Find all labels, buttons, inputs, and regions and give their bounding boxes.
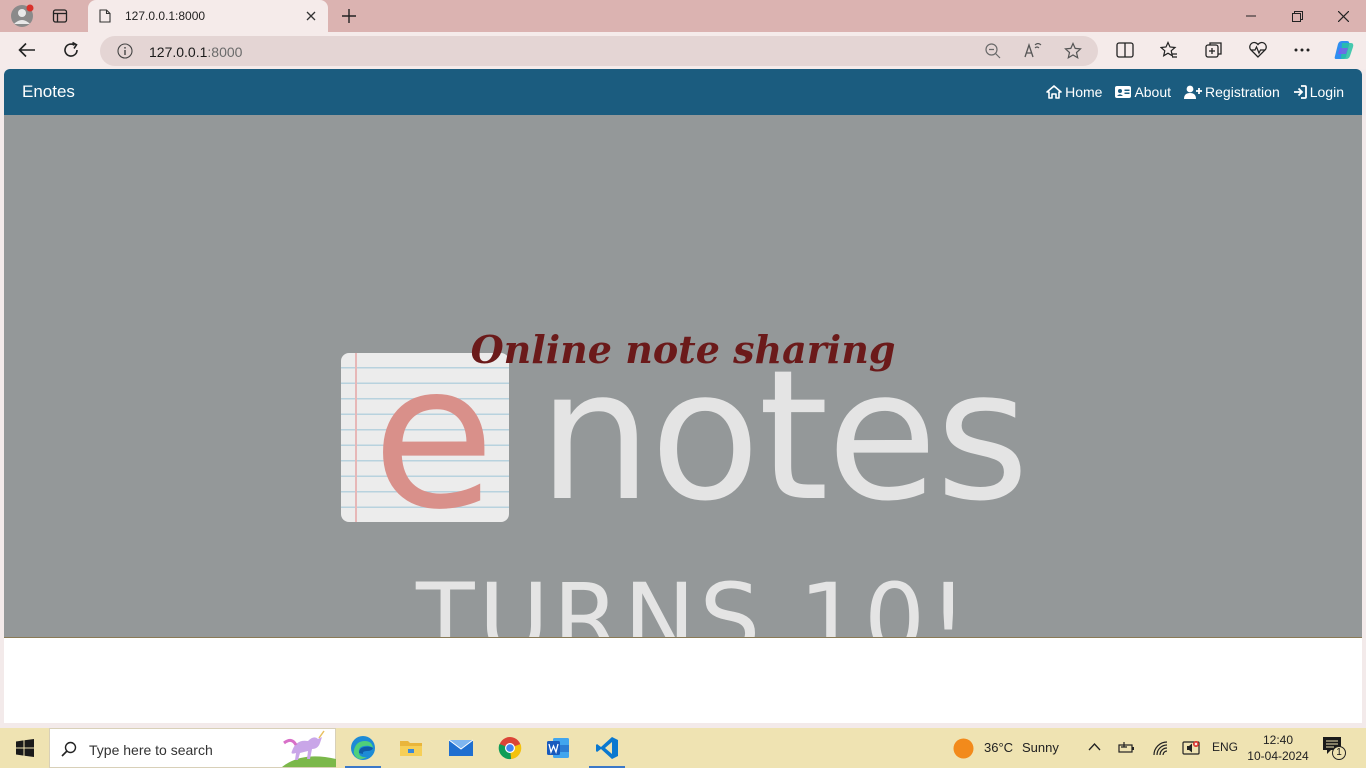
start-button[interactable] (2, 728, 48, 768)
more-options-icon (1294, 48, 1310, 52)
page-icon (99, 9, 111, 23)
nav-home-label: Home (1065, 84, 1103, 100)
split-screen-icon (1116, 42, 1134, 58)
heartbeat-icon (1249, 41, 1267, 58)
search-placeholder: Type here to search (89, 742, 213, 758)
clock-time: 12:40 (1262, 733, 1294, 747)
collections-icon (1205, 42, 1222, 58)
browser-toolbar: 127.0.0.1:8000 (0, 32, 1366, 69)
close-icon (1337, 10, 1349, 22)
search-highlight-unicorn-icon (282, 730, 336, 767)
nav-home-link[interactable]: Home (1046, 84, 1102, 100)
vscode-icon (596, 737, 618, 759)
clock-date: 10-04-2024 (1247, 749, 1309, 763)
navbar: Enotes Home About Registration Login (4, 69, 1362, 115)
tab-actions-button[interactable] (46, 4, 74, 28)
id-card-icon (1115, 86, 1132, 98)
weather-sun-icon (953, 738, 974, 759)
hero-turns-text: TURNS 10! (416, 563, 972, 638)
nav-links: Home About Registration Login (1046, 84, 1344, 100)
input-language-indicator[interactable]: ENG (1212, 740, 1238, 754)
tab-actions-icon (52, 9, 68, 23)
close-window-button[interactable] (1320, 0, 1366, 32)
taskbar-search-box[interactable]: Type here to search (49, 728, 336, 768)
chrome-browser-icon (498, 737, 522, 760)
minimize-icon (1246, 15, 1256, 17)
taskbar-clock[interactable]: 12:40 10-04-2024 (1246, 732, 1310, 764)
sign-in-icon (1293, 85, 1307, 99)
browser-tab-active[interactable]: 127.0.0.1:8000 (88, 0, 328, 32)
taskbar: Type here to search 36°C Sunny ENG 12:40… (0, 728, 1366, 768)
windows-logo-icon (16, 739, 34, 757)
nav-about-label: About (1134, 84, 1172, 100)
tab-title: 127.0.0.1:8000 (125, 9, 206, 23)
refresh-icon (64, 41, 78, 57)
notepad-margin-line (355, 353, 357, 522)
url-port: :8000 (207, 44, 243, 60)
taskbar-edge[interactable] (340, 728, 386, 768)
nav-about-link[interactable]: About (1115, 84, 1171, 100)
restore-icon (1291, 10, 1303, 22)
zoom-out-button[interactable] (977, 36, 1009, 66)
zoom-out-icon (985, 43, 1001, 59)
profile-avatar-icon (11, 4, 34, 27)
taskbar-chrome[interactable] (487, 728, 533, 768)
wifi-icon[interactable] (1152, 740, 1168, 756)
search-icon (61, 741, 77, 757)
mail-icon (448, 739, 474, 756)
url-host: 127.0.0.1 (149, 44, 208, 60)
volume-muted-icon[interactable] (1182, 740, 1200, 756)
minimize-button[interactable] (1228, 0, 1274, 32)
restore-button[interactable] (1274, 0, 1320, 32)
nav-login-label: Login (1309, 84, 1344, 100)
edge-browser-icon (351, 736, 375, 760)
word-icon (547, 738, 569, 758)
copilot-button[interactable] (1328, 35, 1360, 65)
split-screen-button[interactable] (1109, 35, 1141, 65)
read-aloud-icon (1024, 43, 1042, 58)
collections-button[interactable] (1198, 35, 1230, 65)
profile-button[interactable] (8, 4, 36, 28)
taskbar-vscode[interactable] (584, 728, 630, 768)
nav-registration-label: Registration (1205, 84, 1280, 100)
hero-banner: e notes Online note sharing TURNS 10! (4, 115, 1362, 638)
taskbar-file-explorer[interactable] (388, 728, 434, 768)
web-page: Enotes Home About Registration Login e n… (4, 69, 1362, 723)
star-icon (1064, 42, 1082, 60)
settings-menu-button[interactable] (1286, 35, 1318, 65)
notification-center-button[interactable]: 1 (1322, 736, 1348, 760)
site-info-icon[interactable] (117, 43, 133, 59)
battery-charging-icon[interactable] (1118, 741, 1136, 755)
favorite-button[interactable] (1057, 36, 1089, 66)
refresh-button[interactable] (55, 35, 87, 65)
weather-condition[interactable]: Sunny (1022, 740, 1059, 755)
home-icon (1046, 85, 1062, 99)
back-button[interactable] (11, 35, 43, 65)
address-bar[interactable]: 127.0.0.1:8000 (100, 36, 1098, 66)
close-tab-icon[interactable] (306, 11, 316, 21)
favorites-icon (1160, 41, 1177, 58)
new-tab-button[interactable] (335, 4, 363, 28)
hero-tagline: Online note sharing (470, 327, 896, 372)
weather-temperature[interactable]: 36°C (984, 740, 1013, 755)
copilot-icon (1334, 41, 1354, 59)
read-aloud-button[interactable] (1017, 36, 1049, 66)
taskbar-mail[interactable] (438, 728, 484, 768)
browser-tab-strip: 127.0.0.1:8000 (0, 0, 1366, 32)
back-arrow-icon (18, 42, 35, 58)
nav-registration-link[interactable]: Registration (1184, 84, 1280, 100)
taskbar-word[interactable] (535, 728, 581, 768)
url-text: 127.0.0.1:8000 (149, 44, 242, 60)
browser-essentials-button[interactable] (1242, 35, 1274, 65)
show-hidden-icons-chevron-icon[interactable] (1088, 742, 1101, 751)
user-plus-icon (1184, 85, 1203, 99)
favorites-button[interactable] (1153, 35, 1185, 65)
folder-icon (400, 741, 422, 756)
nav-login-link[interactable]: Login (1293, 84, 1344, 100)
brand-link[interactable]: Enotes (22, 82, 75, 102)
notification-count-badge: 1 (1332, 746, 1346, 760)
plus-icon (342, 9, 356, 23)
